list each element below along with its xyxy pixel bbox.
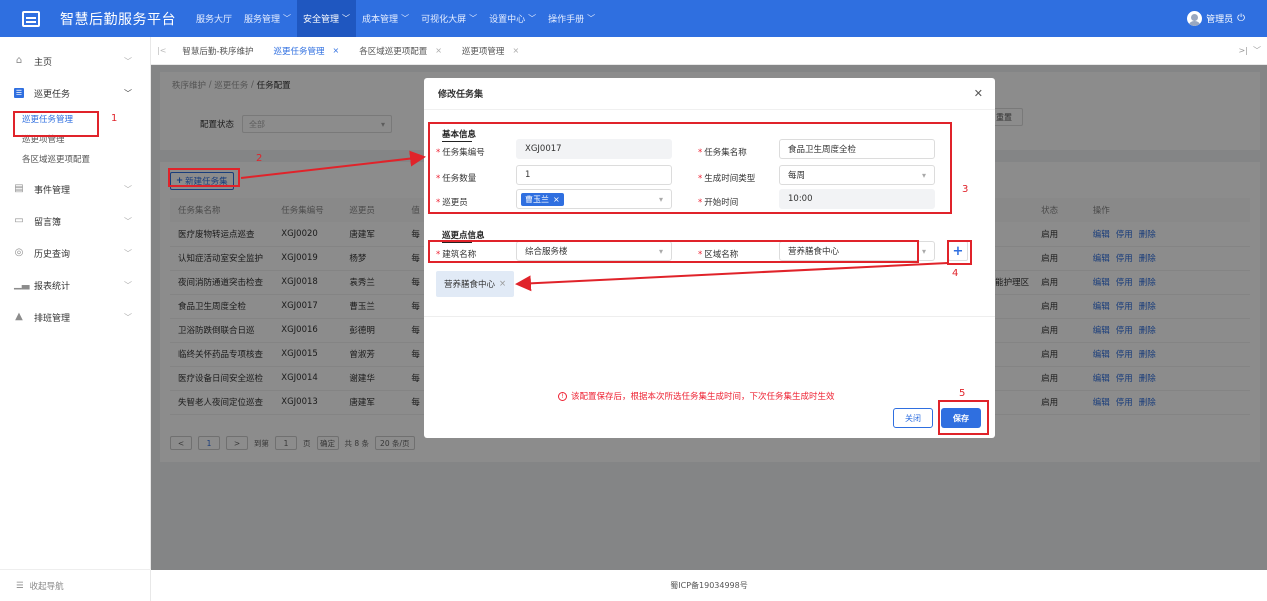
topnav-item[interactable]: 设置中心 ﹀ — [483, 0, 542, 37]
task-icon: ☰ — [14, 88, 24, 98]
tab-order-maintenance[interactable]: 智慧后勤-秩序维护 — [172, 37, 263, 65]
annotation-box-point — [428, 240, 919, 263]
sidebar-item-label: 留言簿 — [34, 217, 62, 228]
close-icon[interactable]: × — [499, 279, 506, 289]
chevron-down-icon: ﹀ — [528, 14, 537, 23]
chevron-down-icon: ﹀ — [124, 280, 132, 290]
sidebar-item-label: 巡更任务 — [34, 89, 71, 100]
tab-label: 巡更项管理 — [461, 46, 505, 57]
menu-icon: ☰ — [16, 580, 24, 591]
chevron-down-icon: ▾ — [921, 246, 926, 256]
app-title: 智慧后勤服务平台 — [60, 11, 176, 28]
footer: 蜀ICP备19034998号 — [151, 570, 1267, 601]
save-notice-text: 该配置保存后，根据本次所选任务集生成时间，下次任务集生成时生效 — [571, 392, 835, 402]
chevron-down-icon: ﹀ — [124, 248, 132, 258]
annotation-box-2 — [168, 168, 240, 187]
collapse-nav[interactable]: ☰ 收起导航 — [0, 569, 151, 601]
tabs-bar: |< 智慧后勤-秩序维护 巡更任务管理 × 各区域巡更项配置 × 巡更项管理 × >|… — [151, 37, 1267, 65]
divider — [424, 316, 995, 317]
chevron-down-icon: ﹀ — [124, 56, 132, 66]
tabs-next-icon[interactable]: >| ﹀ — [1239, 45, 1261, 56]
tab-label: 巡更任务管理 — [273, 46, 325, 57]
annotation-box-3 — [428, 122, 952, 214]
annotation-number: 5 — [959, 388, 966, 399]
sidebar-item-home[interactable]: ⌂ 主页 ﹀ — [0, 45, 150, 77]
logo-icon — [22, 10, 40, 27]
annotation-number: 4 — [952, 268, 959, 279]
sidebar-sub-area-config[interactable]: 各区域巡更项配置 — [0, 149, 150, 169]
sidebar-item-label: 排班管理 — [34, 313, 71, 324]
info-icon: ! — [558, 391, 567, 401]
annotation-box-4 — [947, 240, 972, 265]
sidebar-item-history[interactable]: ◎ 历史查询 ﹀ — [0, 237, 150, 269]
sidebar-item-guestbook[interactable]: ▭ 留言簿 ﹀ — [0, 205, 150, 237]
chevron-down-icon: ﹀ — [124, 312, 132, 322]
sidebar-item-patrol[interactable]: ☰ 巡更任务 ﹀ — [0, 77, 150, 109]
top-bar: 智慧后勤服务平台 服务大厅 服务管理 ﹀ 安全管理 ﹀ 成本管理 ﹀ 可视化大屏 ﹀ 设置中心 ﹀ 操… — [0, 0, 1267, 37]
close-icon[interactable]: ✕ — [974, 87, 983, 100]
close-icon[interactable]: × — [435, 46, 442, 55]
bell-icon: ▲ — [15, 311, 23, 322]
point-chip: 营养膳食中心 × — [436, 271, 515, 297]
sidebar-item-label: 事件管理 — [34, 185, 71, 196]
point-chip-label: 营养膳食中心 — [444, 280, 496, 290]
tabs-prev-icon[interactable]: |< — [151, 46, 172, 55]
topnav-label: 服务管理 — [244, 15, 281, 25]
close-button[interactable]: 关闭 — [893, 408, 933, 428]
close-icon[interactable]: × — [333, 46, 340, 55]
collapse-nav-label: 收起导航 — [29, 581, 64, 592]
topnav-label: 可视化大屏 — [421, 15, 467, 25]
topnav-item[interactable]: 安全管理 ﹀ — [297, 0, 357, 37]
sidebar-item-label: 历史查询 — [34, 249, 71, 260]
user-area[interactable]: 管理员 ⏻ — [1187, 0, 1245, 37]
close-icon[interactable]: × — [512, 46, 519, 55]
chevron-down-icon: ﹀ — [124, 88, 132, 98]
topnav-label: 成本管理 — [362, 15, 399, 25]
topnav-item[interactable]: 服务大厅 — [190, 0, 238, 37]
tab-label: 智慧后勤-秩序维护 — [182, 46, 254, 57]
topnav-label: 操作手册 — [548, 15, 585, 25]
topnav-item[interactable]: 操作手册 ﹀ — [542, 0, 601, 37]
tab-patrol-item[interactable]: 巡更项管理 × — [452, 37, 529, 65]
annotation-number: 3 — [962, 184, 969, 195]
dialog-title: 修改任务集 — [424, 78, 995, 110]
topnav-label: 服务大厅 — [196, 15, 233, 25]
annotation-number: 2 — [256, 153, 263, 164]
home-icon: ⌂ — [15, 55, 23, 66]
sidebar-item-reports[interactable]: ▁▃ 报表统计 ﹀ — [0, 269, 150, 301]
chevron-down-icon: ﹀ — [401, 14, 410, 23]
annotation-box-5 — [938, 400, 989, 435]
chevron-down-icon: ﹀ — [283, 14, 292, 23]
sidebar-item-events[interactable]: ▤ 事件管理 ﹀ — [0, 173, 150, 205]
user-name[interactable]: 管理员 — [1206, 12, 1233, 25]
tab-label: 各区域巡更项配置 — [359, 46, 428, 57]
chevron-down-icon: ﹀ — [587, 14, 596, 23]
sidebar-item-label: 主页 — [34, 57, 53, 68]
save-notice: ! 该配置保存后，根据本次所选任务集生成时间，下次任务集生成时生效 — [558, 390, 835, 402]
topnav-item[interactable]: 可视化大屏 ﹀ — [415, 0, 483, 37]
chart-icon: ▁▃ — [14, 279, 30, 290]
chevron-down-icon: ﹀ — [124, 184, 132, 194]
topnav-label: 安全管理 — [303, 15, 340, 25]
document-icon: ▤ — [14, 183, 24, 194]
power-icon[interactable]: ⏻ — [1237, 13, 1245, 24]
annotation-number: 1 — [111, 113, 118, 124]
sidebar-item-label: 报表统计 — [34, 281, 71, 292]
tab-patrol-task[interactable]: 巡更任务管理 × — [263, 37, 349, 65]
message-icon: ▭ — [14, 215, 24, 226]
topnav-item[interactable]: 成本管理 ﹀ — [356, 0, 415, 37]
annotation-box-1 — [13, 111, 99, 137]
avatar[interactable] — [1187, 11, 1203, 26]
chevron-down-icon: ﹀ — [469, 14, 478, 23]
search-icon: ◎ — [14, 247, 24, 258]
topnav-item[interactable]: 服务管理 ﹀ — [238, 0, 297, 37]
sidebar-item-schedule[interactable]: ▲ 排班管理 ﹀ — [0, 301, 150, 333]
topnav-label: 设置中心 — [489, 15, 526, 25]
tab-area-config[interactable]: 各区域巡更项配置 × — [349, 37, 452, 65]
top-nav: 服务大厅 服务管理 ﹀ 安全管理 ﹀ 成本管理 ﹀ 可视化大屏 ﹀ 设置中心 ﹀ 操作手册 ﹀ — [190, 0, 601, 37]
chevron-down-icon: ﹀ — [342, 14, 351, 23]
chevron-down-icon: ﹀ — [124, 216, 132, 226]
